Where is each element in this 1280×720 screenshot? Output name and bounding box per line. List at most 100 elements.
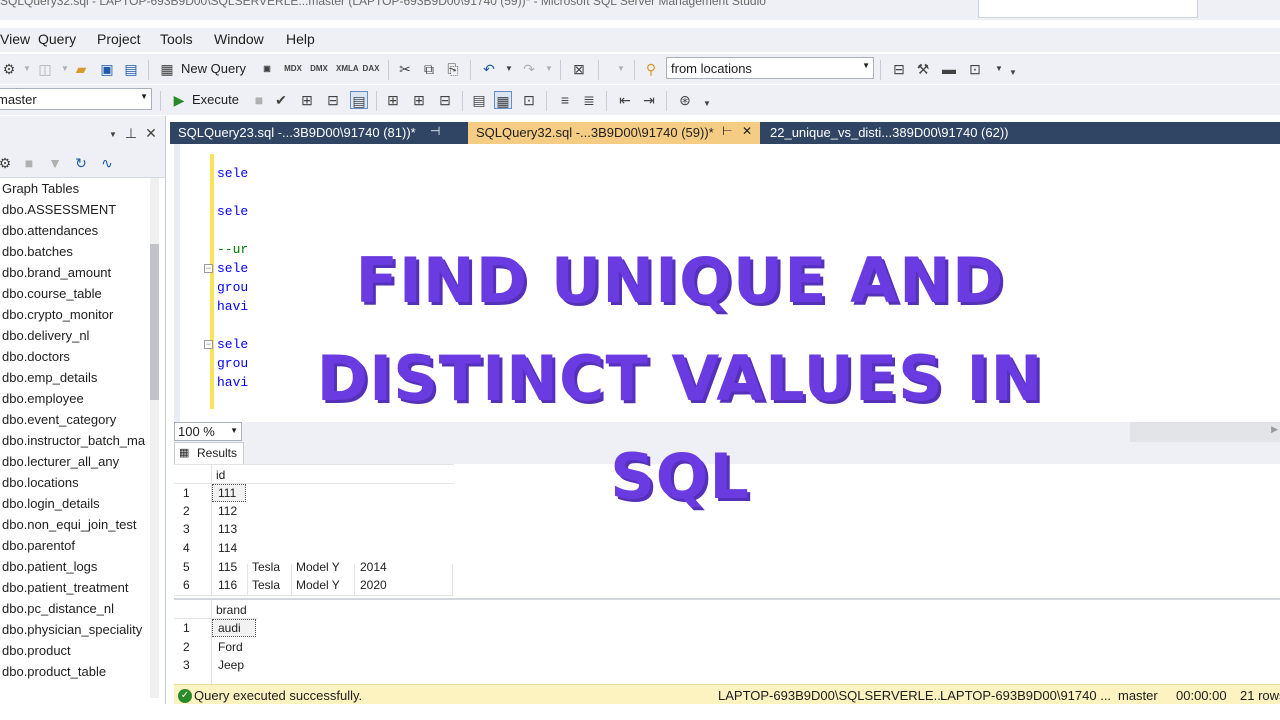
column-header-id[interactable]: id (216, 468, 225, 482)
dropdown-arrow-icon[interactable]: ▼ (540, 60, 558, 78)
tree-item[interactable]: dbo.product_table (2, 664, 106, 679)
tree-item[interactable]: dbo.employee (2, 391, 84, 406)
results-to-grid-icon[interactable]: ▦ (494, 91, 512, 109)
dax-query-icon[interactable]: DAX (362, 60, 380, 78)
table-cell[interactable]: Jeep (218, 658, 244, 672)
table-cell[interactable]: Ford (218, 640, 243, 654)
query-editor[interactable]: sele sele --ur − sele grou havi − sele g… (174, 144, 1280, 422)
menu-window[interactable]: Window (214, 31, 264, 47)
chevron-down-icon[interactable]: ▼ (104, 126, 122, 144)
tree-item[interactable]: dbo.emp_details (2, 370, 97, 385)
tab-unique-vs-distinct[interactable]: 22_unique_vs_disti...389D00\91740 (62)) (762, 122, 1052, 144)
object-explorer-icon[interactable]: ⚙ (0, 60, 18, 78)
filter-icon[interactable]: ▼ (46, 154, 64, 172)
tree-item[interactable]: dbo.locations (2, 475, 79, 490)
comment-icon[interactable]: ≡ (556, 91, 574, 109)
toggle-results-icon[interactable]: ⊠ (570, 60, 588, 78)
tree-item[interactable]: dbo.batches (2, 244, 73, 259)
pin-icon[interactable]: ⊢ (722, 124, 732, 138)
specify-values-icon[interactable]: ⊛ (676, 91, 694, 109)
dropdown-arrow-icon[interactable]: ▼ (612, 60, 630, 78)
client-stats-icon[interactable]: ⊟ (436, 91, 454, 109)
overflow-icon[interactable]: ▼ (1004, 64, 1022, 82)
scroll-right-icon[interactable]: ▶ (1271, 424, 1278, 435)
close-icon[interactable]: ✕ (742, 124, 752, 138)
increase-indent-icon[interactable]: ⇥ (640, 91, 658, 109)
menu-project[interactable]: Project (97, 31, 141, 47)
open-folder-icon[interactable]: ▰ (72, 60, 90, 78)
collapse-icon[interactable]: − (204, 340, 213, 349)
mdx-query-icon[interactable]: MDX (284, 60, 302, 78)
horizontal-scrollbar[interactable]: ▶ (1130, 422, 1280, 442)
find-icon[interactable]: ⚲ (642, 60, 660, 78)
tree-item[interactable]: dbo.pc_distance_nl (2, 601, 114, 616)
new-query-button[interactable]: New Query (181, 61, 246, 76)
refresh-icon[interactable]: ↻ (72, 154, 90, 172)
table-cell[interactable]: Tesla (252, 578, 280, 592)
tree-item[interactable]: dbo.patient_treatment (2, 580, 128, 595)
uncomment-icon[interactable]: ≣ (580, 91, 598, 109)
toolbox-icon[interactable]: ▬ (940, 60, 958, 78)
tab-sqlquery23[interactable]: SQLQuery23.sql -...3B9D00\91740 (81))* ⊣ (170, 122, 466, 144)
pin-icon[interactable]: ⊣ (430, 124, 440, 138)
query-options-icon[interactable]: ⊟ (324, 91, 342, 109)
collapse-icon[interactable]: − (204, 264, 213, 273)
stop-icon[interactable]: ■ (20, 154, 38, 172)
redo-icon[interactable]: ↷ (520, 60, 538, 78)
tree-item[interactable]: dbo.login_details (2, 496, 100, 511)
table-cell[interactable]: 112 (218, 504, 237, 518)
stop-icon[interactable]: ■ (250, 91, 268, 109)
tree-item[interactable]: Graph Tables (2, 181, 79, 196)
new-query-icon[interactable]: ▦ (158, 60, 176, 78)
tree-item[interactable]: dbo.doctors (2, 349, 70, 364)
column-header-brand[interactable]: brand (216, 603, 247, 617)
live-stats-icon[interactable]: ⊞ (410, 91, 428, 109)
properties-icon[interactable]: ⊟ (890, 60, 908, 78)
tree-item[interactable]: dbo.event_category (2, 412, 116, 427)
tree-item[interactable]: dbo.crypto_monitor (2, 307, 113, 322)
tree-item[interactable]: dbo.instructor_batch_ma (2, 433, 148, 448)
tree-item[interactable]: dbo.non_equi_join_test (2, 517, 136, 532)
terminal-icon[interactable]: ⊡ (966, 60, 984, 78)
find-dropdown[interactable]: from locations ▼ (666, 57, 874, 79)
tree-item[interactable]: dbo.parentof (2, 538, 75, 553)
table-cell[interactable]: 115 (218, 560, 237, 574)
tree-item[interactable]: dbo.patient_logs (2, 559, 97, 574)
execute-icon[interactable]: ▶ (170, 91, 188, 109)
tree-item[interactable]: dbo.ASSESSMENT (2, 202, 116, 217)
scrollbar-thumb[interactable] (150, 244, 159, 400)
menu-query[interactable]: Query (38, 31, 76, 47)
dropdown-arrow-icon[interactable]: ▼ (500, 60, 518, 78)
zoom-dropdown[interactable]: 100 % ▼ (174, 422, 242, 441)
menu-help[interactable]: Help (286, 31, 315, 47)
table-cell[interactable]: audi (218, 621, 241, 635)
paste-icon[interactable]: ⎘ (444, 60, 462, 78)
pin-icon[interactable]: ⊥ (122, 124, 140, 142)
database-dropdown[interactable]: master ▼ (0, 88, 152, 110)
table-cell[interactable]: 114 (218, 541, 237, 555)
tree-item[interactable]: dbo.product (2, 643, 71, 658)
tree-item[interactable]: dbo.delivery_nl (2, 328, 89, 343)
close-icon[interactable]: ✕ (142, 124, 160, 142)
tree-item[interactable]: dbo.course_table (2, 286, 102, 301)
quick-launch-input[interactable] (978, 0, 1198, 18)
copy-icon[interactable]: ⧉ (420, 60, 438, 78)
table-cell[interactable]: 113 (218, 522, 237, 536)
intellisense-icon[interactable]: ▤ (350, 91, 368, 109)
activity-monitor-icon[interactable]: ∿ (98, 154, 116, 172)
tree-item[interactable]: dbo.physician_speciality (2, 622, 142, 637)
connect-icon[interactable]: ⚙ (0, 154, 14, 172)
tab-sqlquery32[interactable]: SQLQuery32.sql -...3B9D00\91740 (59))* ⊢… (468, 122, 760, 144)
table-cell[interactable]: Tesla (252, 560, 280, 574)
menu-tools[interactable]: Tools (160, 31, 193, 47)
actual-plan-icon[interactable]: ⊞ (384, 91, 402, 109)
results-to-text-icon[interactable]: ▤ (470, 91, 488, 109)
decrease-indent-icon[interactable]: ⇤ (616, 91, 634, 109)
save-all-icon[interactable]: ▤ (122, 60, 140, 78)
analysis-query-icon[interactable]: ▣ (258, 60, 276, 78)
table-cell[interactable]: 116 (218, 578, 237, 592)
save-icon[interactable]: ▣ (98, 60, 116, 78)
tree-item[interactable]: dbo.attendances (2, 223, 98, 238)
xmla-query-icon[interactable]: XMLA (336, 60, 359, 78)
wrench-icon[interactable]: ⚒ (914, 60, 932, 78)
